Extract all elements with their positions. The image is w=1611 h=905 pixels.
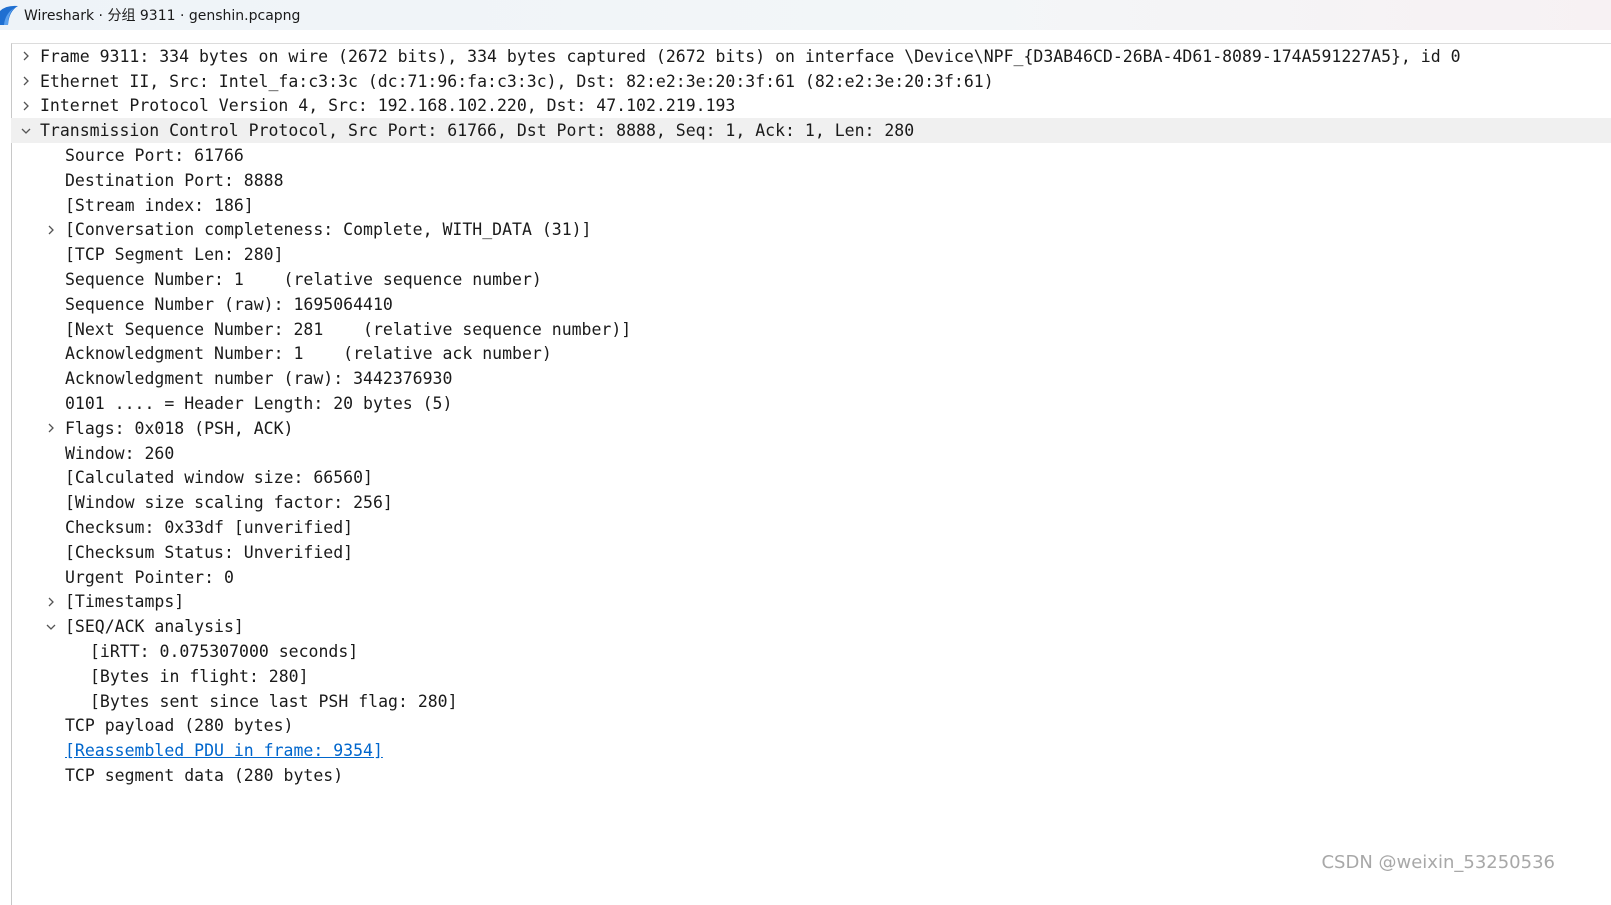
tree-row-label: [Window size scaling factor: 256]: [65, 493, 393, 513]
chevron-down-icon[interactable]: [36, 615, 65, 639]
tree-row[interactable]: [Reassembled PDU in frame: 9354]: [11, 738, 1611, 763]
tree-row-label: TCP payload (280 bytes): [65, 716, 294, 736]
chevron-right-icon[interactable]: [36, 218, 65, 242]
title-bar: Wireshark · 分组 9311 · genshin.pcapng: [0, 0, 1611, 30]
tree-row[interactable]: Destination Port: 8888: [11, 168, 1611, 193]
chevron-right-icon[interactable]: [36, 590, 65, 614]
tree-row-label: [Stream index: 186]: [65, 195, 254, 215]
tree-row-label: Window: 260: [65, 443, 175, 463]
tree-row-label: Flags: 0x018 (PSH, ACK): [65, 418, 294, 438]
tree-row-label: [Timestamps]: [65, 592, 185, 612]
tree-row-label: [Calculated window size: 66560]: [65, 468, 373, 488]
tree-row-label: Checksum: 0x33df [unverified]: [65, 518, 354, 538]
tree-row[interactable]: [Next Sequence Number: 281 (relative seq…: [11, 317, 1611, 342]
tree-row[interactable]: Acknowledgment number (raw): 3442376930: [11, 366, 1611, 391]
tree-row[interactable]: Internet Protocol Version 4, Src: 192.16…: [11, 94, 1611, 119]
chevron-right-icon[interactable]: [11, 94, 40, 118]
tree-row[interactable]: Urgent Pointer: 0: [11, 565, 1611, 590]
tree-row[interactable]: [TCP Segment Len: 280]: [11, 242, 1611, 267]
tree-row[interactable]: [Bytes in flight: 280]: [11, 664, 1611, 689]
tree-row-label: [TCP Segment Len: 280]: [65, 245, 284, 265]
chevron-right-icon[interactable]: [11, 44, 40, 68]
tree-row[interactable]: Ethernet II, Src: Intel_fa:c3:3c (dc:71:…: [11, 69, 1611, 94]
chevron-down-icon[interactable]: [11, 119, 40, 143]
tree-row-label: Sequence Number: 1 (relative sequence nu…: [65, 270, 542, 290]
tree-row[interactable]: Checksum: 0x33df [unverified]: [11, 515, 1611, 540]
wireshark-fin-icon: [0, 5, 18, 25]
tree-row-label: Destination Port: 8888: [65, 170, 284, 190]
tree-row-label: [Bytes in flight: 280]: [90, 666, 309, 686]
tree-row[interactable]: Source Port: 61766: [11, 143, 1611, 168]
tree-row-label: [Next Sequence Number: 281 (relative seq…: [65, 319, 632, 339]
window-title: Wireshark · 分组 9311 · genshin.pcapng: [24, 8, 301, 24]
tree-row-label: Acknowledgment Number: 1 (relative ack n…: [65, 344, 552, 364]
packet-details-tree[interactable]: Frame 9311: 334 bytes on wire (2672 bits…: [11, 44, 1611, 788]
tree-row[interactable]: Acknowledgment Number: 1 (relative ack n…: [11, 342, 1611, 367]
tree-row-label: TCP segment data (280 bytes): [65, 766, 344, 785]
tree-row-label: [Checksum Status: Unverified]: [65, 542, 354, 562]
tree-row[interactable]: [Stream index: 186]: [11, 193, 1611, 218]
tree-row-label: Sequence Number (raw): 1695064410: [65, 294, 393, 314]
tree-row[interactable]: Sequence Number: 1 (relative sequence nu…: [11, 267, 1611, 292]
tree-row-label: 0101 .... = Header Length: 20 bytes (5): [65, 394, 453, 414]
tree-row[interactable]: [Window size scaling factor: 256]: [11, 490, 1611, 515]
tree-row-label: Internet Protocol Version 4, Src: 192.16…: [40, 96, 736, 116]
tree-row[interactable]: [Timestamps]: [11, 590, 1611, 615]
tree-row-label: Frame 9311: 334 bytes on wire (2672 bits…: [40, 46, 1461, 66]
tree-row-label: [Conversation completeness: Complete, WI…: [65, 220, 592, 240]
tree-row[interactable]: [Checksum Status: Unverified]: [11, 540, 1611, 565]
tree-row[interactable]: Frame 9311: 334 bytes on wire (2672 bits…: [11, 44, 1611, 69]
tree-row-label: [iRTT: 0.075307000 seconds]: [90, 642, 359, 662]
tree-row-label: Acknowledgment number (raw): 3442376930: [65, 369, 453, 389]
tree-row-label: Urgent Pointer: 0: [65, 567, 234, 587]
tree-row-label: Transmission Control Protocol, Src Port:…: [40, 121, 915, 141]
tree-row[interactable]: [SEQ/ACK analysis]: [11, 614, 1611, 639]
tree-row[interactable]: Window: 260: [11, 441, 1611, 466]
tree-row[interactable]: 0101 .... = Header Length: 20 bytes (5): [11, 391, 1611, 416]
tree-row[interactable]: Transmission Control Protocol, Src Port:…: [11, 118, 1611, 144]
chevron-right-icon[interactable]: [11, 69, 40, 93]
tree-row[interactable]: Sequence Number (raw): 1695064410: [11, 292, 1611, 317]
tree-row-label: [SEQ/ACK analysis]: [65, 617, 244, 637]
tree-row[interactable]: TCP payload (280 bytes): [11, 714, 1611, 739]
tree-row[interactable]: [iRTT: 0.075307000 seconds]: [11, 639, 1611, 664]
tree-row[interactable]: TCP segment data (280 bytes): [11, 763, 1611, 788]
tree-row-label: Ethernet II, Src: Intel_fa:c3:3c (dc:71:…: [40, 71, 994, 91]
tree-row-label: [Bytes sent since last PSH flag: 280]: [90, 691, 458, 711]
tree-row[interactable]: [Conversation completeness: Complete, WI…: [11, 218, 1611, 243]
csdn-watermark: CSDN @weixin_53250536: [1321, 852, 1555, 873]
tree-row[interactable]: [Bytes sent since last PSH flag: 280]: [11, 689, 1611, 714]
chevron-right-icon[interactable]: [36, 416, 65, 440]
tree-row[interactable]: Flags: 0x018 (PSH, ACK): [11, 416, 1611, 441]
tree-row[interactable]: [Calculated window size: 66560]: [11, 466, 1611, 491]
tree-row-label: Source Port: 61766: [65, 146, 244, 166]
reassembled-pdu-link[interactable]: [Reassembled PDU in frame: 9354]: [65, 741, 383, 760]
